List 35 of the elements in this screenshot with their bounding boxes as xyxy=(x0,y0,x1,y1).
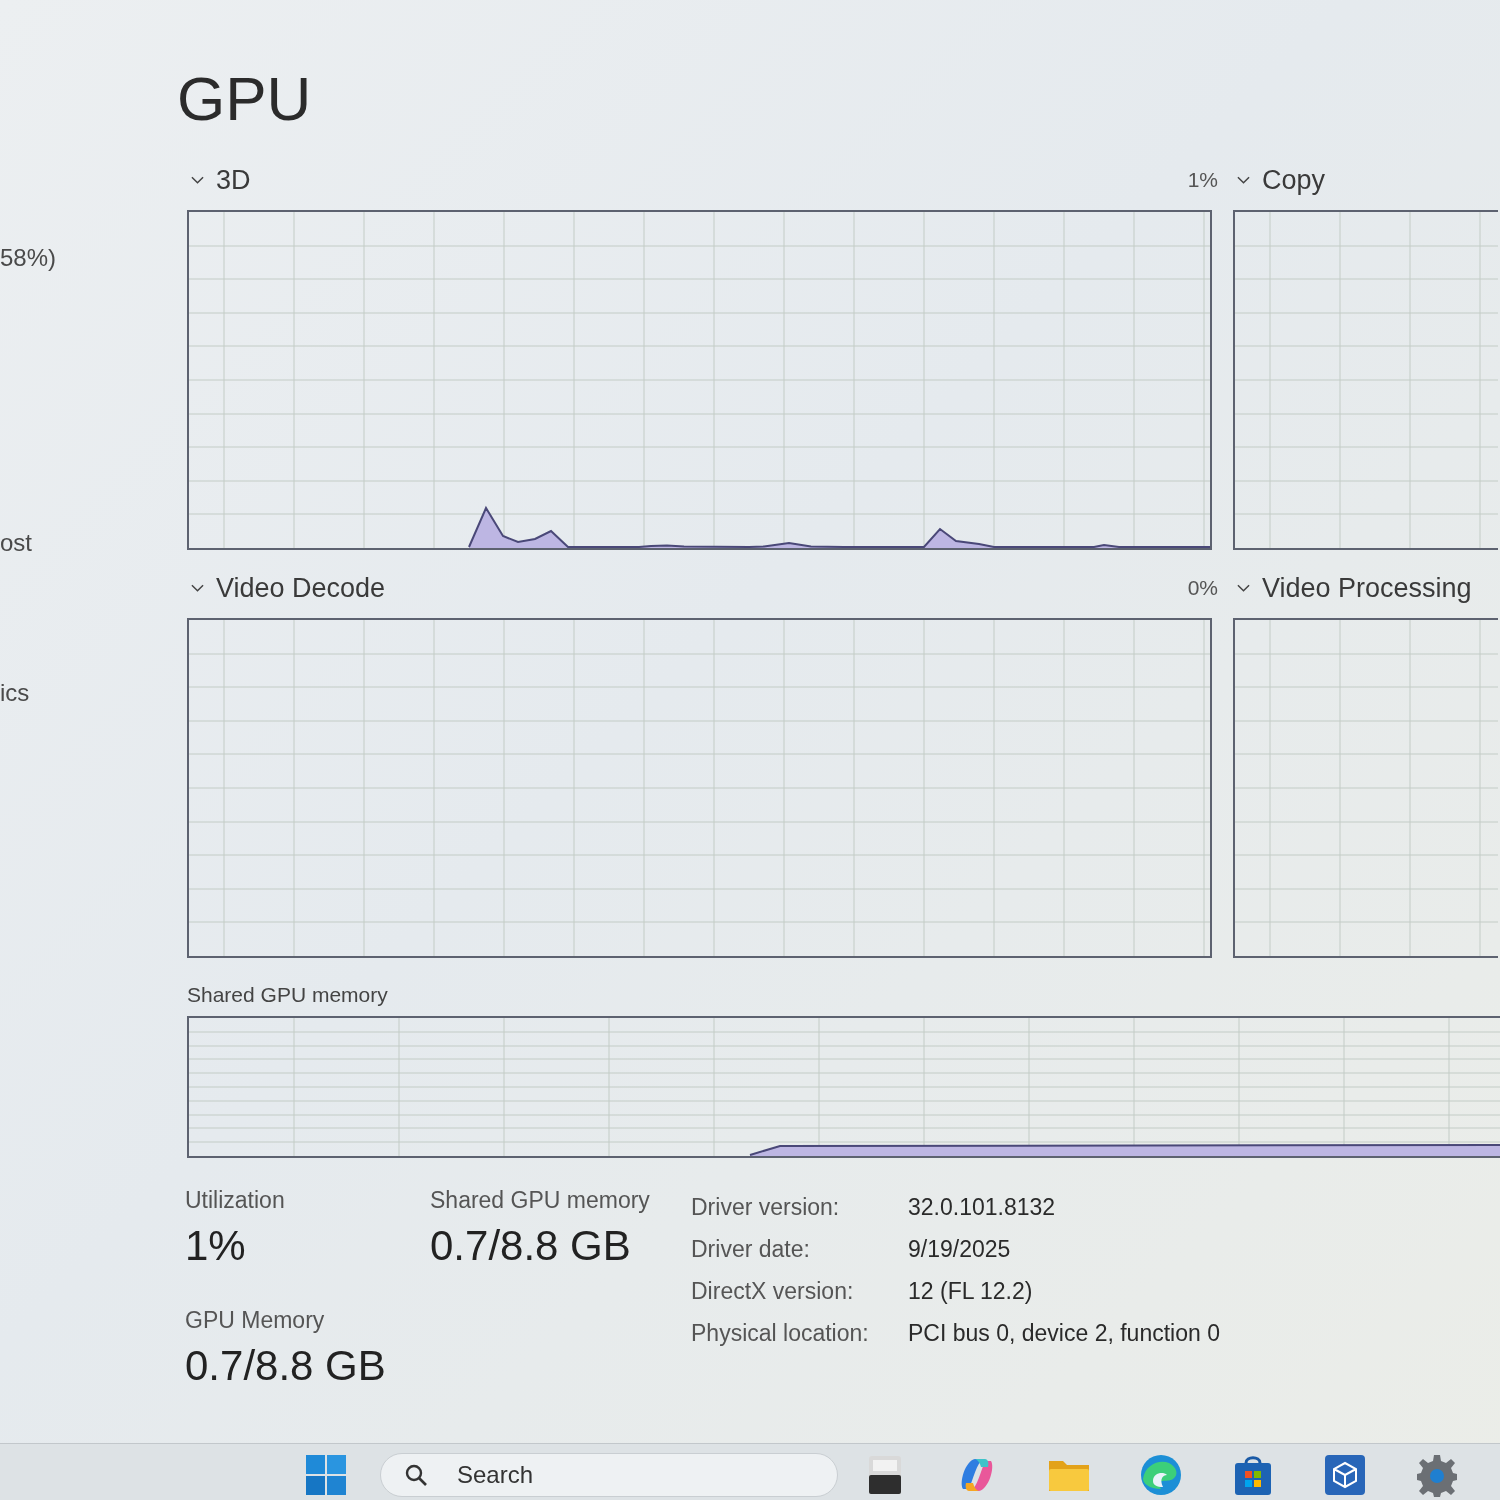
stat-label: Utilization xyxy=(185,1186,285,1214)
search-field[interactable]: Search xyxy=(380,1453,838,1497)
chevron-icon xyxy=(1237,176,1250,184)
engine-selector[interactable]: Video Processing xyxy=(1233,572,1472,604)
stat-value: 0.7/8.8 GB xyxy=(430,1222,631,1270)
sidebar-item[interactable]: ics xyxy=(0,679,30,707)
property-label: Driver date: xyxy=(691,1235,810,1264)
property-label: Driver version: xyxy=(691,1193,840,1222)
chevron-icon xyxy=(191,176,204,184)
page-title: GPU xyxy=(177,68,312,130)
graph-label: Shared GPU memory xyxy=(187,982,388,1008)
stat-label: Shared GPU memory xyxy=(430,1186,650,1214)
property-label: DirectX version: xyxy=(691,1277,854,1306)
stat-value: 1% xyxy=(185,1222,246,1270)
settings-icon[interactable] xyxy=(1415,1453,1459,1497)
property-value: 32.0.101.8132 xyxy=(908,1193,1056,1222)
cube-icon[interactable] xyxy=(1323,1453,1367,1497)
wave-icon[interactable] xyxy=(1139,1453,1183,1497)
start-icon[interactable] xyxy=(304,1453,348,1497)
chevron-icon xyxy=(191,584,204,592)
sidebar-item[interactable]: ost xyxy=(0,529,32,557)
search-icon xyxy=(404,1463,428,1487)
engine-reading: 1% xyxy=(1187,168,1218,192)
engine-selector[interactable]: Video Decode xyxy=(187,572,386,604)
property-value: 9/19/2025 xyxy=(908,1235,1011,1264)
property-value: 12 (FL 12.2) xyxy=(908,1277,1033,1306)
engine-selector[interactable]: 3D xyxy=(187,164,251,196)
stat-value: 0.7/8.8 GB xyxy=(185,1342,386,1390)
property-label: Physical location: xyxy=(691,1319,869,1348)
engine-reading: 0% xyxy=(1187,576,1218,600)
property-value: PCI bus 0, device 2, function 0 xyxy=(908,1319,1220,1348)
engine-selector[interactable]: Copy xyxy=(1233,164,1326,196)
sidebar-item[interactable]: 58%) xyxy=(0,244,57,272)
stat-label: GPU Memory xyxy=(185,1306,325,1334)
chevron-icon xyxy=(1237,584,1250,592)
